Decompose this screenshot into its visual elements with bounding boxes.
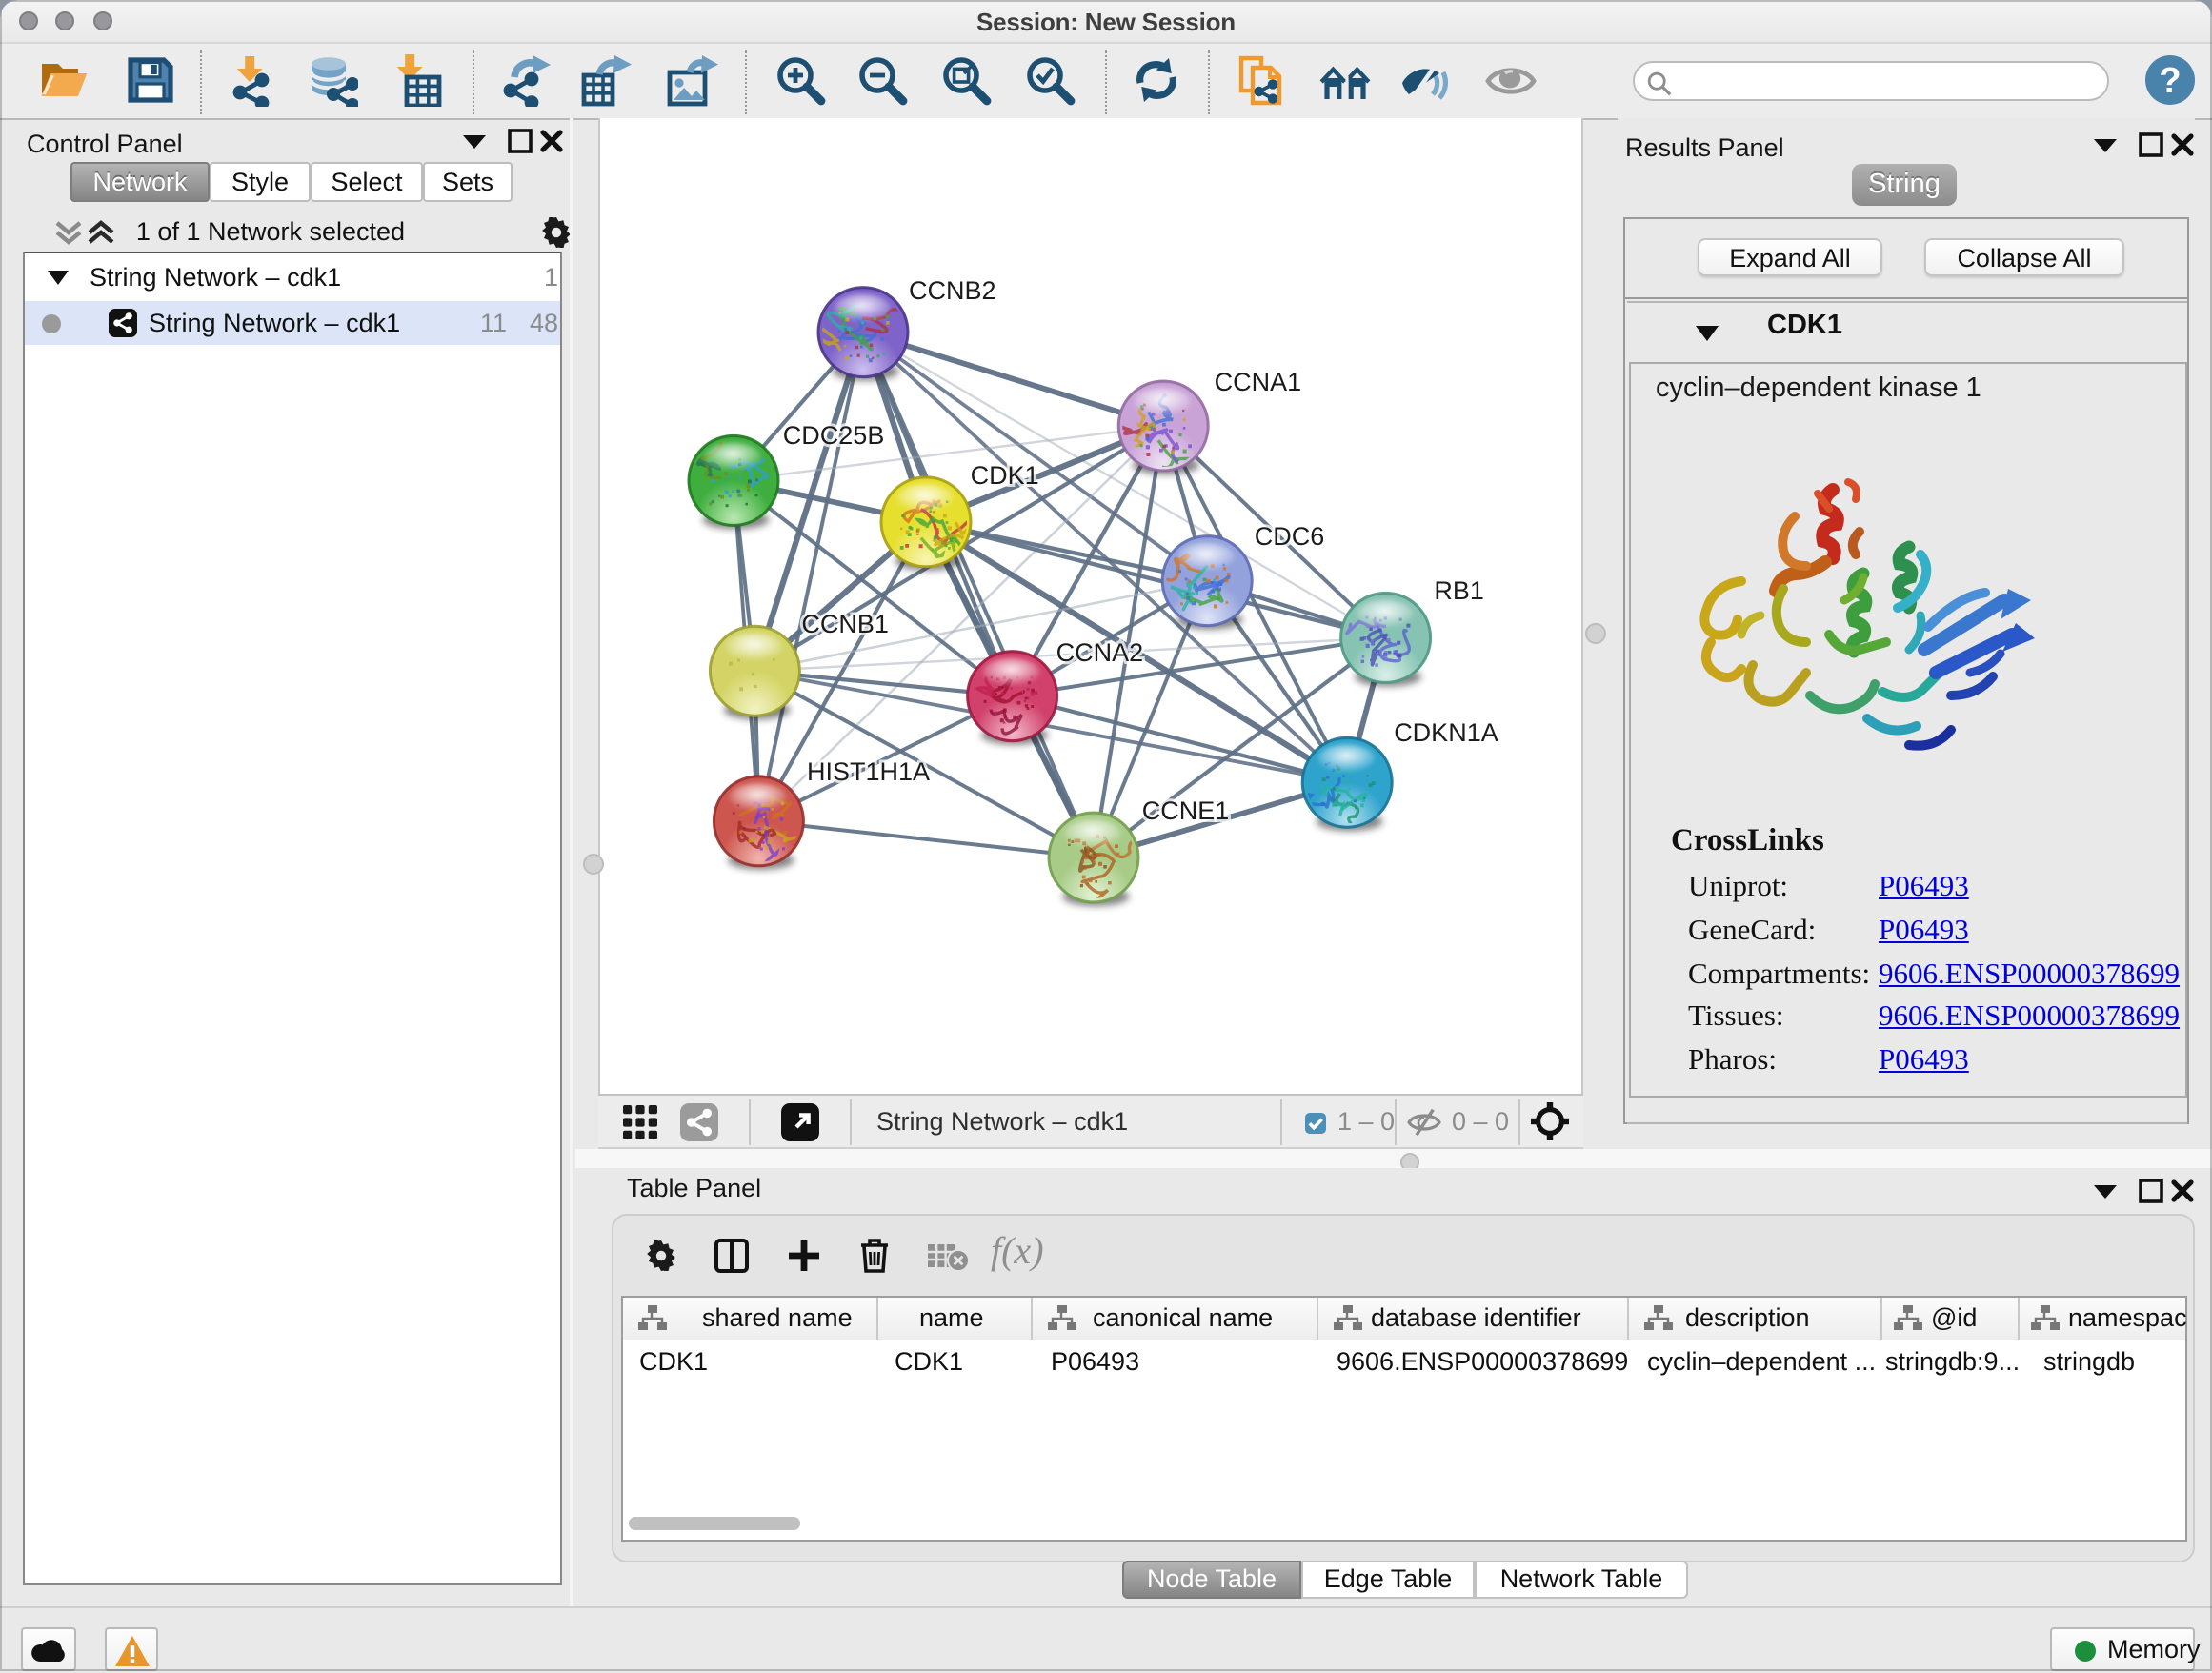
svg-text:RB1: RB1	[1434, 576, 1484, 605]
svg-text:?: ?	[2159, 61, 2181, 101]
svg-text:HIST1H1A: HIST1H1A	[807, 757, 930, 786]
svg-text:CDKN1A: CDKN1A	[1394, 718, 1498, 747]
svg-text:CDC25B: CDC25B	[783, 421, 885, 450]
svg-text:CDC6: CDC6	[1255, 522, 1325, 551]
svg-text:CCNB1: CCNB1	[801, 610, 889, 638]
svg-text:CCNA2: CCNA2	[1056, 638, 1144, 667]
svg-text:CCNE1: CCNE1	[1142, 796, 1230, 825]
svg-text:CCNB2: CCNB2	[909, 276, 996, 305]
svg-text:CDK1: CDK1	[971, 461, 1039, 490]
svg-text:CCNA1: CCNA1	[1215, 368, 1302, 396]
